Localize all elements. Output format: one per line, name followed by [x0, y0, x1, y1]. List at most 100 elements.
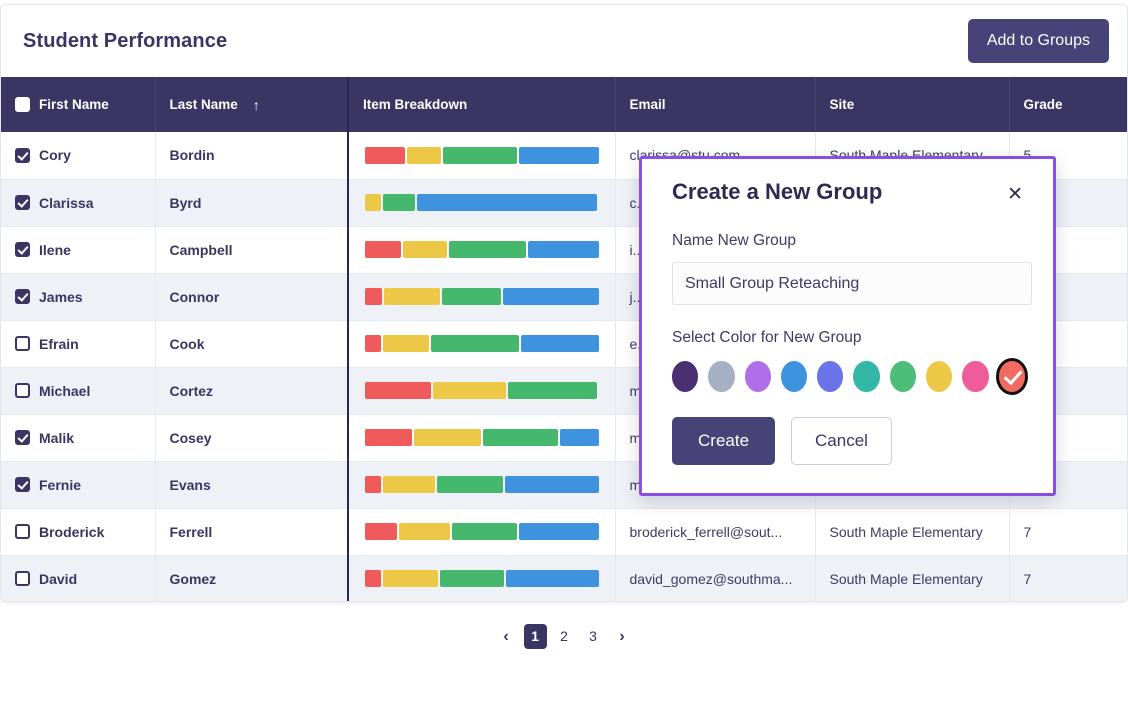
first-name-text: Clarissa	[39, 195, 93, 211]
item-breakdown-bar	[365, 288, 599, 305]
column-header-item-breakdown[interactable]: Item Breakdown	[348, 77, 615, 132]
column-label-first-name: First Name	[39, 97, 109, 112]
color-swatch-green[interactable]	[890, 361, 916, 392]
item-breakdown-segment	[365, 523, 397, 540]
create-button[interactable]: Create	[672, 417, 775, 465]
cell-email: broderick_ferrell@sout...	[615, 508, 815, 555]
cell-last-name: Campbell	[155, 226, 348, 273]
column-header-last-name[interactable]: Last Name ↑	[155, 77, 348, 132]
color-swatch-pink[interactable]	[962, 361, 988, 392]
item-breakdown-segment	[506, 570, 599, 587]
cancel-button[interactable]: Cancel	[791, 417, 892, 465]
first-name-text: Malik	[39, 430, 74, 446]
row-select-checkbox[interactable]	[15, 242, 30, 257]
cell-item-breakdown	[348, 555, 615, 602]
first-name-text: James	[39, 289, 83, 305]
color-swatch-dark-purple[interactable]	[672, 361, 698, 392]
pagination-next-icon[interactable]: ›	[611, 624, 634, 649]
pagination-page-1[interactable]: 1	[524, 624, 547, 649]
item-breakdown-segment	[383, 570, 438, 587]
color-swatch-teal[interactable]	[853, 361, 879, 392]
item-breakdown-segment	[383, 335, 429, 352]
cell-last-name: Byrd	[155, 179, 348, 226]
item-breakdown-segment	[384, 288, 440, 305]
item-breakdown-bar	[365, 523, 599, 540]
card-header: Student Performance Add to Groups	[1, 5, 1127, 77]
cell-first-name: Efrain	[1, 320, 155, 367]
row-select-checkbox[interactable]	[15, 336, 30, 351]
first-name-text: David	[39, 571, 77, 587]
item-breakdown-segment	[365, 288, 382, 305]
cell-last-name: Cortez	[155, 367, 348, 414]
group-name-input[interactable]	[672, 262, 1032, 305]
cell-last-name: Connor	[155, 273, 348, 320]
pagination-page-2[interactable]: 2	[553, 624, 576, 649]
cell-first-name: Malik	[1, 414, 155, 461]
item-breakdown-segment	[365, 570, 381, 587]
color-swatch-red[interactable]	[999, 361, 1025, 392]
row-select-checkbox[interactable]	[15, 430, 30, 445]
item-breakdown-bar	[365, 241, 599, 258]
row-select-checkbox[interactable]	[15, 477, 30, 492]
color-swatch-light-purple[interactable]	[745, 361, 771, 392]
item-breakdown-segment	[521, 335, 599, 352]
column-label-grade: Grade	[1024, 97, 1063, 112]
cell-item-breakdown	[348, 273, 615, 320]
close-icon[interactable]: ✕	[1007, 179, 1025, 204]
color-swatch-indigo[interactable]	[817, 361, 843, 392]
item-breakdown-segment	[365, 194, 381, 211]
cell-item-breakdown	[348, 414, 615, 461]
cell-last-name: Cook	[155, 320, 348, 367]
item-breakdown-segment	[440, 570, 504, 587]
color-picker-label: Select Color for New Group	[672, 329, 1025, 347]
table-row[interactable]: Broderick Ferrell broderick_ferrell@sout..…	[1, 508, 1128, 555]
color-swatch-blue[interactable]	[781, 361, 807, 392]
item-breakdown-segment	[403, 241, 447, 258]
column-header-email[interactable]: Email	[615, 77, 815, 132]
sort-ascending-icon[interactable]: ↑	[253, 97, 260, 113]
first-name-text: Efrain	[39, 336, 79, 352]
item-breakdown-segment	[365, 382, 431, 399]
item-breakdown-segment	[443, 147, 517, 164]
modal-actions: Create Cancel	[672, 417, 1025, 465]
select-all-checkbox[interactable]	[15, 97, 30, 112]
cell-first-name: Ilene	[1, 226, 155, 273]
item-breakdown-segment	[483, 429, 558, 446]
app-root: Student Performance Add to Groups First …	[0, 0, 1128, 720]
cell-grade: 7	[1009, 508, 1128, 555]
row-select-checkbox[interactable]	[15, 195, 30, 210]
pagination-prev-icon[interactable]: ‹	[495, 624, 518, 649]
column-header-first-name[interactable]: First Name	[1, 77, 155, 132]
row-select-checkbox[interactable]	[15, 148, 30, 163]
color-swatch-gray-blue[interactable]	[708, 361, 734, 392]
item-breakdown-segment	[437, 476, 502, 493]
column-header-grade[interactable]: Grade	[1009, 77, 1128, 132]
row-select-checkbox[interactable]	[15, 524, 30, 539]
add-to-groups-button[interactable]: Add to Groups	[968, 19, 1109, 63]
row-select-checkbox[interactable]	[15, 289, 30, 304]
item-breakdown-bar	[365, 570, 599, 587]
item-breakdown-segment	[528, 241, 599, 258]
row-select-checkbox[interactable]	[15, 383, 30, 398]
cell-last-name: Gomez	[155, 555, 348, 602]
row-select-checkbox[interactable]	[15, 571, 30, 586]
item-breakdown-segment	[417, 194, 597, 211]
cell-grade: 7	[1009, 555, 1128, 602]
page-title: Student Performance	[23, 30, 227, 53]
item-breakdown-bar	[365, 147, 599, 164]
item-breakdown-bar	[365, 382, 599, 399]
cell-first-name: David	[1, 555, 155, 602]
item-breakdown-segment	[508, 382, 597, 399]
cell-first-name: James	[1, 273, 155, 320]
item-breakdown-bar	[365, 335, 599, 352]
first-name-text: Michael	[39, 383, 90, 399]
cell-last-name: Ferrell	[155, 508, 348, 555]
color-swatch-yellow[interactable]	[926, 361, 952, 392]
first-name-text: Broderick	[39, 524, 104, 540]
cell-email: david_gomez@southma...	[615, 555, 815, 602]
first-name-text: Cory	[39, 147, 71, 163]
pagination-page-3[interactable]: 3	[582, 624, 605, 649]
table-row[interactable]: DavidGomezdavid_gomez@southma...South Ma…	[1, 555, 1128, 602]
item-breakdown-segment	[442, 288, 501, 305]
column-header-site[interactable]: Site	[815, 77, 1009, 132]
